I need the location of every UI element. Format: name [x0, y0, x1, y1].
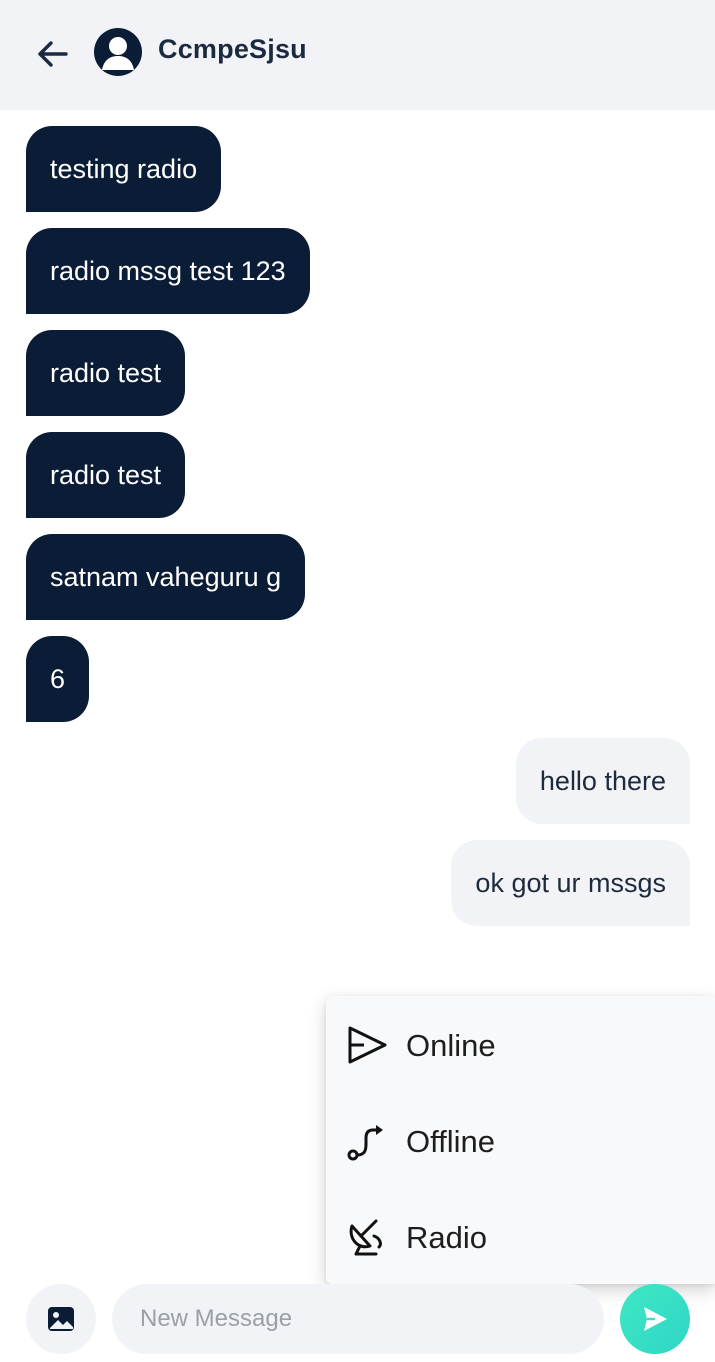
- incoming-message: radio test: [26, 330, 186, 416]
- send-button[interactable]: [620, 1284, 690, 1354]
- menu-item-radio[interactable]: Radio: [326, 1190, 715, 1286]
- image-icon: [48, 1307, 74, 1331]
- incoming-message: satnam vaheguru g: [26, 534, 306, 620]
- user-icon: [102, 37, 134, 70]
- message-input[interactable]: [112, 1284, 604, 1354]
- menu-item-online[interactable]: Online: [326, 998, 715, 1094]
- menu-item-label: Radio: [406, 1220, 487, 1255]
- incoming-message: radio mssg test 123: [26, 228, 310, 314]
- send-outline-icon: [348, 1026, 387, 1064]
- chat-header: CcmpeSjsu: [0, 0, 715, 110]
- outgoing-message: ok got ur mssgs: [451, 840, 690, 926]
- outgoing-message: hello there: [515, 738, 690, 824]
- send-icon: [644, 1307, 667, 1331]
- incoming-message: radio test: [26, 432, 186, 518]
- arrow-left-icon: [38, 41, 68, 67]
- avatar[interactable]: [94, 28, 142, 76]
- satellite-dish-icon: [349, 1219, 382, 1256]
- menu-item-offline[interactable]: Offline: [326, 1094, 715, 1190]
- attach-image-button[interactable]: [26, 1284, 96, 1354]
- send-mode-menu: Online Offline Radio: [326, 996, 715, 1284]
- back-button[interactable]: [30, 32, 76, 76]
- contact-name: CcmpeSjsu: [158, 34, 307, 64]
- menu-item-label: Offline: [406, 1124, 496, 1159]
- route-icon: [347, 1125, 383, 1161]
- menu-item-label: Online: [406, 1028, 496, 1063]
- incoming-message: testing radio: [26, 126, 222, 212]
- incoming-message: 6: [26, 636, 90, 722]
